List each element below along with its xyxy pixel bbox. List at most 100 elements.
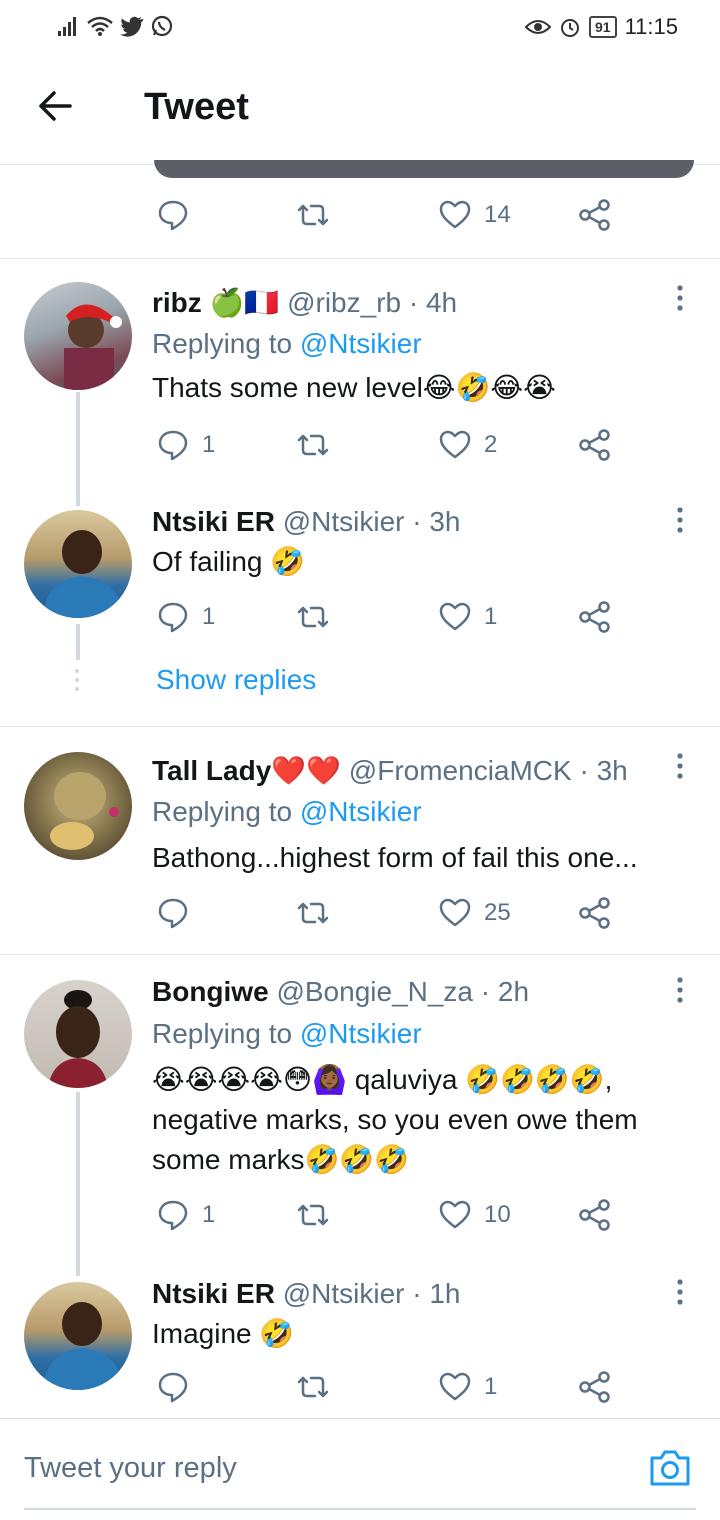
- camera-icon[interactable]: [648, 1448, 692, 1488]
- reply-button[interactable]: [156, 1370, 202, 1404]
- thread-line: [76, 624, 80, 660]
- replying-prefix: Replying to: [152, 796, 293, 827]
- retweet-button[interactable]: [296, 896, 330, 930]
- status-left-icons: [56, 14, 174, 38]
- back-arrow-icon[interactable]: [36, 86, 76, 126]
- avatar[interactable]: [24, 282, 132, 390]
- reply-composer: Tweet your reply: [24, 1420, 696, 1510]
- mention-link[interactable]: @Ntsikier: [300, 1018, 422, 1049]
- reply-icon: [158, 1372, 188, 1403]
- reply-icon: [158, 602, 188, 633]
- share-icon: [579, 601, 610, 633]
- share-button[interactable]: [578, 1198, 612, 1232]
- tweet-author-line[interactable]: Bongiwe @Bongie_N_za · 2h: [152, 976, 529, 1008]
- retweet-button[interactable]: [296, 1370, 330, 1404]
- thread-line: [76, 1092, 80, 1276]
- more-options-icon[interactable]: [675, 1278, 685, 1306]
- like-count: 1: [484, 1373, 498, 1400]
- retweet-icon: [297, 1376, 329, 1398]
- like-button[interactable]: 1: [438, 600, 497, 634]
- divider: [0, 954, 720, 955]
- reply-button[interactable]: [156, 198, 190, 232]
- tweet-actions: 1 1: [156, 600, 636, 640]
- reply-icon: [158, 200, 188, 231]
- heart-icon: [439, 898, 471, 927]
- avatar-image: [42, 1302, 124, 1390]
- avatar[interactable]: [24, 752, 132, 860]
- reply-button[interactable]: 1: [156, 428, 215, 462]
- replying-prefix: Replying to: [152, 328, 293, 359]
- like-button[interactable]: 14: [438, 198, 511, 232]
- alarm-icon: [561, 19, 579, 37]
- like-button[interactable]: 1: [438, 1370, 497, 1404]
- retweet-button[interactable]: [296, 198, 330, 232]
- tweet-text: Bathong...highest form of fail this one.…: [152, 842, 638, 873]
- tweet-author-line[interactable]: ribz 🍏🇫🇷 @ribz_rb · 4h: [152, 286, 457, 319]
- avatar[interactable]: [24, 510, 132, 618]
- share-button[interactable]: [578, 1370, 612, 1404]
- tweet-author-line[interactable]: Ntsiki ER @Ntsikier · 1h: [152, 1278, 461, 1310]
- avatar[interactable]: [24, 980, 132, 1088]
- share-button[interactable]: [578, 896, 612, 930]
- more-options-icon[interactable]: [675, 752, 685, 780]
- divider: [0, 726, 720, 727]
- reply-button[interactable]: 1: [156, 600, 215, 634]
- retweet-icon: [297, 902, 329, 924]
- top-app-bar: Tweet: [0, 56, 720, 165]
- share-icon: [579, 429, 610, 461]
- retweet-button[interactable]: [296, 600, 330, 634]
- like-button[interactable]: 25: [438, 896, 511, 930]
- twitter-bird-icon: [120, 16, 144, 37]
- author-handle: @Ntsikier · 1h: [282, 1278, 461, 1309]
- author-name: Ntsiki ER: [152, 1278, 275, 1309]
- like-button[interactable]: 2: [438, 428, 497, 462]
- mention-link[interactable]: @Ntsikier: [300, 796, 422, 827]
- main-tweet-actions: 14: [156, 198, 636, 238]
- replying-to-line: Replying to @Ntsikier: [152, 328, 422, 360]
- reply-count: 1: [202, 603, 216, 630]
- tweet-author-line[interactable]: Ntsiki ER @Ntsikier · 3h: [152, 506, 461, 538]
- divider: [0, 1418, 720, 1419]
- more-options-icon[interactable]: [675, 284, 685, 312]
- heart-icon: [439, 1200, 471, 1229]
- tweet-media-image[interactable]: [154, 160, 694, 178]
- tweet-actions: 1 2: [156, 428, 636, 468]
- retweet-icon: [297, 204, 329, 226]
- author-handle: @Bongie_N_za · 2h: [276, 976, 530, 1007]
- avatar-image: [64, 304, 122, 390]
- reply-button[interactable]: 1: [156, 1198, 215, 1232]
- replying-to-line: Replying to @Ntsikier: [152, 1018, 422, 1050]
- reply-button[interactable]: [156, 896, 202, 930]
- reply-input[interactable]: Tweet your reply: [24, 1452, 237, 1485]
- reply-count: 1: [202, 1201, 216, 1228]
- page-title: Tweet: [144, 86, 249, 128]
- avatar-image: [42, 530, 124, 618]
- reply-icon: [158, 430, 188, 461]
- reply-icon: [158, 1200, 188, 1231]
- author-name: Ntsiki ER: [152, 506, 275, 537]
- like-button[interactable]: 10: [438, 1198, 511, 1232]
- like-count: 25: [484, 899, 511, 926]
- retweet-button[interactable]: [296, 428, 330, 462]
- thread-line: [76, 392, 80, 506]
- mention-link[interactable]: @Ntsikier: [300, 328, 422, 359]
- share-icon: [579, 199, 610, 231]
- more-options-icon[interactable]: [675, 506, 685, 534]
- share-button[interactable]: [578, 198, 612, 232]
- avatar-image: [48, 990, 108, 1088]
- tweet-author-line[interactable]: Tall Lady❤️❤️ @FromenciaMCK · 3h: [152, 754, 628, 787]
- wifi-icon: [87, 16, 113, 36]
- heart-icon: [439, 1372, 471, 1401]
- like-count: 10: [484, 1201, 511, 1228]
- avatar[interactable]: [24, 1282, 132, 1390]
- like-count: 14: [484, 201, 511, 228]
- author-handle: @ribz_rb · 4h: [287, 287, 458, 318]
- share-icon: [579, 897, 610, 929]
- divider: [0, 258, 720, 259]
- share-button[interactable]: [578, 600, 612, 634]
- share-button[interactable]: [578, 428, 612, 462]
- avatar-image: [50, 772, 119, 850]
- show-replies-link[interactable]: Show replies: [156, 664, 316, 696]
- more-options-icon[interactable]: [675, 976, 685, 1004]
- retweet-button[interactable]: [296, 1198, 330, 1232]
